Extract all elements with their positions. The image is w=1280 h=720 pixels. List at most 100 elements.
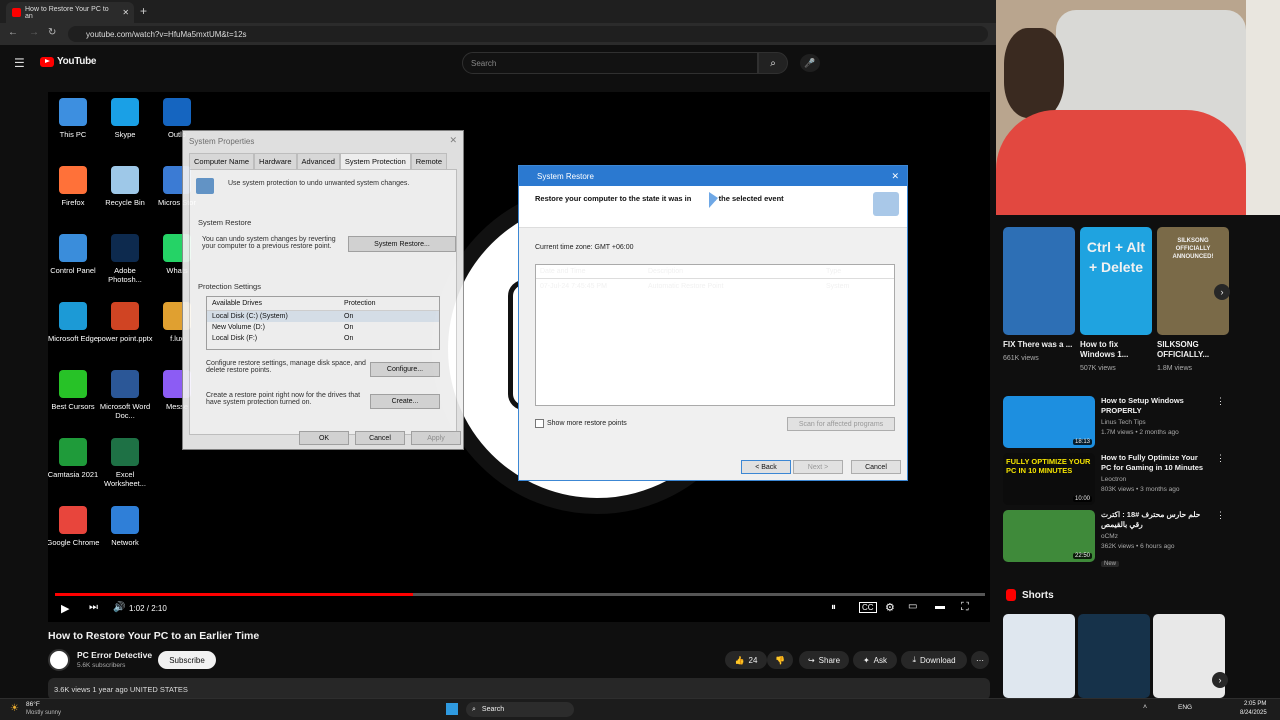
share-button[interactable]: ↪ Share	[799, 651, 849, 669]
tab-remote[interactable]: Remote	[410, 153, 448, 169]
show-more-checkbox[interactable]	[535, 419, 544, 428]
ok-button[interactable]: OK	[299, 431, 349, 445]
video-progress-bar[interactable]	[55, 593, 985, 596]
desktop-icon[interactable]: Adobe Photosh...	[97, 234, 153, 284]
youtube-logo[interactable]: YouTube	[40, 56, 97, 67]
restore-point-date: 07-Jul-24 7:45:45 PM	[540, 282, 607, 290]
url-field[interactable]: youtube.com/watch?v=HfuMa5mxtUM&t=12s	[68, 26, 988, 42]
drive-row[interactable]: New Volume (D:) On	[207, 322, 439, 333]
back-icon[interactable]: ←	[8, 27, 18, 38]
more-options-icon[interactable]: ⋮	[1216, 510, 1225, 570]
reload-icon[interactable]: ↻	[48, 27, 56, 38]
taskbar-search[interactable]: ⌕ Search	[466, 702, 574, 717]
tray-chevron-icon[interactable]: ˄	[1143, 704, 1147, 711]
short-thumbnail[interactable]	[1078, 614, 1150, 698]
chevron-right-icon[interactable]: ›	[1214, 284, 1230, 300]
tab-system-protection[interactable]: System Protection	[339, 153, 411, 169]
browser-tab[interactable]: How to Restore Your PC to an ✕	[6, 2, 134, 23]
recommended-video[interactable]: 18:13 How to Setup Windows PROPERLY Linus …	[1003, 396, 1225, 448]
suggested-card[interactable]: Ctrl + Alt + Delete How to fix Windows 1.…	[1080, 227, 1152, 372]
more-actions-button[interactable]: ⋯	[971, 651, 989, 669]
subscribe-button[interactable]: Subscribe	[158, 651, 216, 669]
back-button[interactable]: < Back	[741, 460, 791, 474]
restore-point-row[interactable]: 07-Jul-24 7:45:45 PM Automatic Restore Po…	[536, 279, 894, 293]
ask-button[interactable]: ✦ Ask	[853, 651, 897, 669]
download-button[interactable]: ⤓ Download	[901, 651, 967, 669]
col-description: Description	[648, 268, 684, 275]
tab-computer-name[interactable]: Computer Name	[189, 153, 255, 169]
desktop-icon[interactable]: Skype	[97, 98, 153, 139]
system-restore-button[interactable]: System Restore...	[348, 236, 456, 252]
forward-icon[interactable]: →	[29, 27, 39, 38]
thumbs-up-icon: 👍	[734, 655, 745, 665]
restore-cancel-button[interactable]: Cancel	[851, 460, 901, 474]
search-input[interactable]: Search	[462, 52, 758, 74]
play-icon[interactable]: ▶	[61, 602, 69, 615]
new-tab-button[interactable]: +	[140, 4, 147, 18]
recommended-video[interactable]: 22:50 حلم حارس محترف #18 : اكترت رقي بالق…	[1003, 510, 1225, 570]
scan-programs-button[interactable]: Scan for affected programs	[787, 417, 895, 431]
more-options-icon[interactable]: ⋮	[1216, 396, 1225, 448]
next-video-icon[interactable]: ⏭	[89, 602, 98, 613]
configure-button[interactable]: Configure...	[370, 362, 440, 377]
video-duration: 10:00	[1072, 496, 1092, 502]
like-button[interactable]: 👍 24	[725, 651, 767, 669]
desktop-icon[interactable]: Google Chrome	[48, 506, 101, 547]
desktop-icon[interactable]: Control Panel	[48, 234, 101, 275]
card-thumbnail	[1003, 227, 1075, 335]
language-indicator[interactable]: ENG	[1178, 704, 1192, 711]
tab-advanced[interactable]: Advanced	[296, 153, 340, 169]
recommended-video[interactable]: FULLY OPTIMIZE YOUR PC IN 10 MINUTES 10:0…	[1003, 453, 1225, 505]
miniplayer-icon[interactable]: ▭	[908, 601, 917, 612]
channel-avatar[interactable]	[48, 649, 70, 671]
video-meta: 1.7M views • 2 months ago	[1101, 429, 1179, 436]
more-options-icon[interactable]: ⋮	[1216, 453, 1225, 505]
desktop-icon[interactable]: Microsoft Word Doc...	[97, 370, 153, 420]
clock-date[interactable]: 8/24/2025	[1240, 710, 1267, 716]
suggested-card[interactable]: FIX There was a ... 661K views	[1003, 227, 1075, 372]
fullscreen-icon[interactable]: ⛶	[961, 601, 969, 614]
video-player[interactable]: This PC Skype Outlo Firefox Recycle Bin Micro…	[48, 92, 990, 622]
volume-icon[interactable]: 🔊	[113, 602, 125, 613]
dislike-button[interactable]: 👎	[767, 651, 793, 669]
apply-button[interactable]: Apply	[411, 431, 461, 445]
windows-start-icon[interactable]	[446, 703, 458, 715]
suggested-card[interactable]: SILKSONG OFFICIALLY ANNOUNCED! SILKSONG O…	[1157, 227, 1229, 372]
close-icon[interactable]: ✕	[449, 135, 457, 146]
desktop-icon[interactable]: power point.pptx	[97, 302, 153, 343]
video-title: How to Setup Windows PROPERLY	[1101, 396, 1184, 415]
create-button[interactable]: Create...	[370, 394, 440, 409]
desktop-icon[interactable]: Recycle Bin	[97, 166, 153, 207]
short-thumbnail[interactable]	[1003, 614, 1075, 698]
desktop-icon[interactable]: This PC	[48, 98, 101, 139]
desktop-icon[interactable]: Network	[97, 506, 153, 547]
create-text: Create a restore point right now for the…	[206, 392, 361, 406]
description-box[interactable]: 3.6K views 1 year ago UNITED STATES	[48, 678, 990, 700]
desktop-icon[interactable]: Excel Worksheet...	[97, 438, 153, 488]
settings-gear-icon[interactable]: ⚙	[885, 601, 895, 614]
search-button[interactable]: ⌕	[758, 52, 788, 74]
close-tab-icon[interactable]: ✕	[122, 8, 129, 17]
desktop-icon[interactable]: Best Cursors	[48, 370, 101, 411]
drive-protection: On	[344, 335, 354, 342]
autoplay-toggle-icon[interactable]: ⏸	[831, 602, 836, 613]
captions-icon[interactable]: CC	[859, 602, 877, 613]
desktop-icon[interactable]: Camtasia 2021	[48, 438, 101, 479]
cancel-button[interactable]: Cancel	[355, 431, 405, 445]
desktop-icon[interactable]: Microsoft Edge	[48, 302, 101, 343]
desktop-icon[interactable]: Firefox	[48, 166, 101, 207]
browser-tab-bar	[0, 0, 996, 23]
clock-time[interactable]: 2:05 PM	[1244, 701, 1266, 707]
theater-mode-icon[interactable]: ▬	[935, 601, 945, 612]
next-button[interactable]: Next >	[793, 460, 843, 474]
channel-name[interactable]: PC Error Detective	[77, 650, 152, 660]
drive-row[interactable]: Local Disk (F:) On	[207, 333, 439, 344]
tab-hardware[interactable]: Hardware	[254, 153, 297, 169]
close-icon[interactable]: ✕	[891, 171, 899, 182]
menu-icon[interactable]: ☰	[14, 56, 25, 70]
card-views: 1.8M views	[1157, 365, 1193, 372]
drive-row[interactable]: Local Disk (C:) (System) On	[207, 311, 439, 322]
weather-icon: ☀	[10, 703, 19, 714]
microphone-icon[interactable]: 🎤	[800, 54, 820, 72]
chevron-right-icon[interactable]: ›	[1212, 672, 1228, 688]
